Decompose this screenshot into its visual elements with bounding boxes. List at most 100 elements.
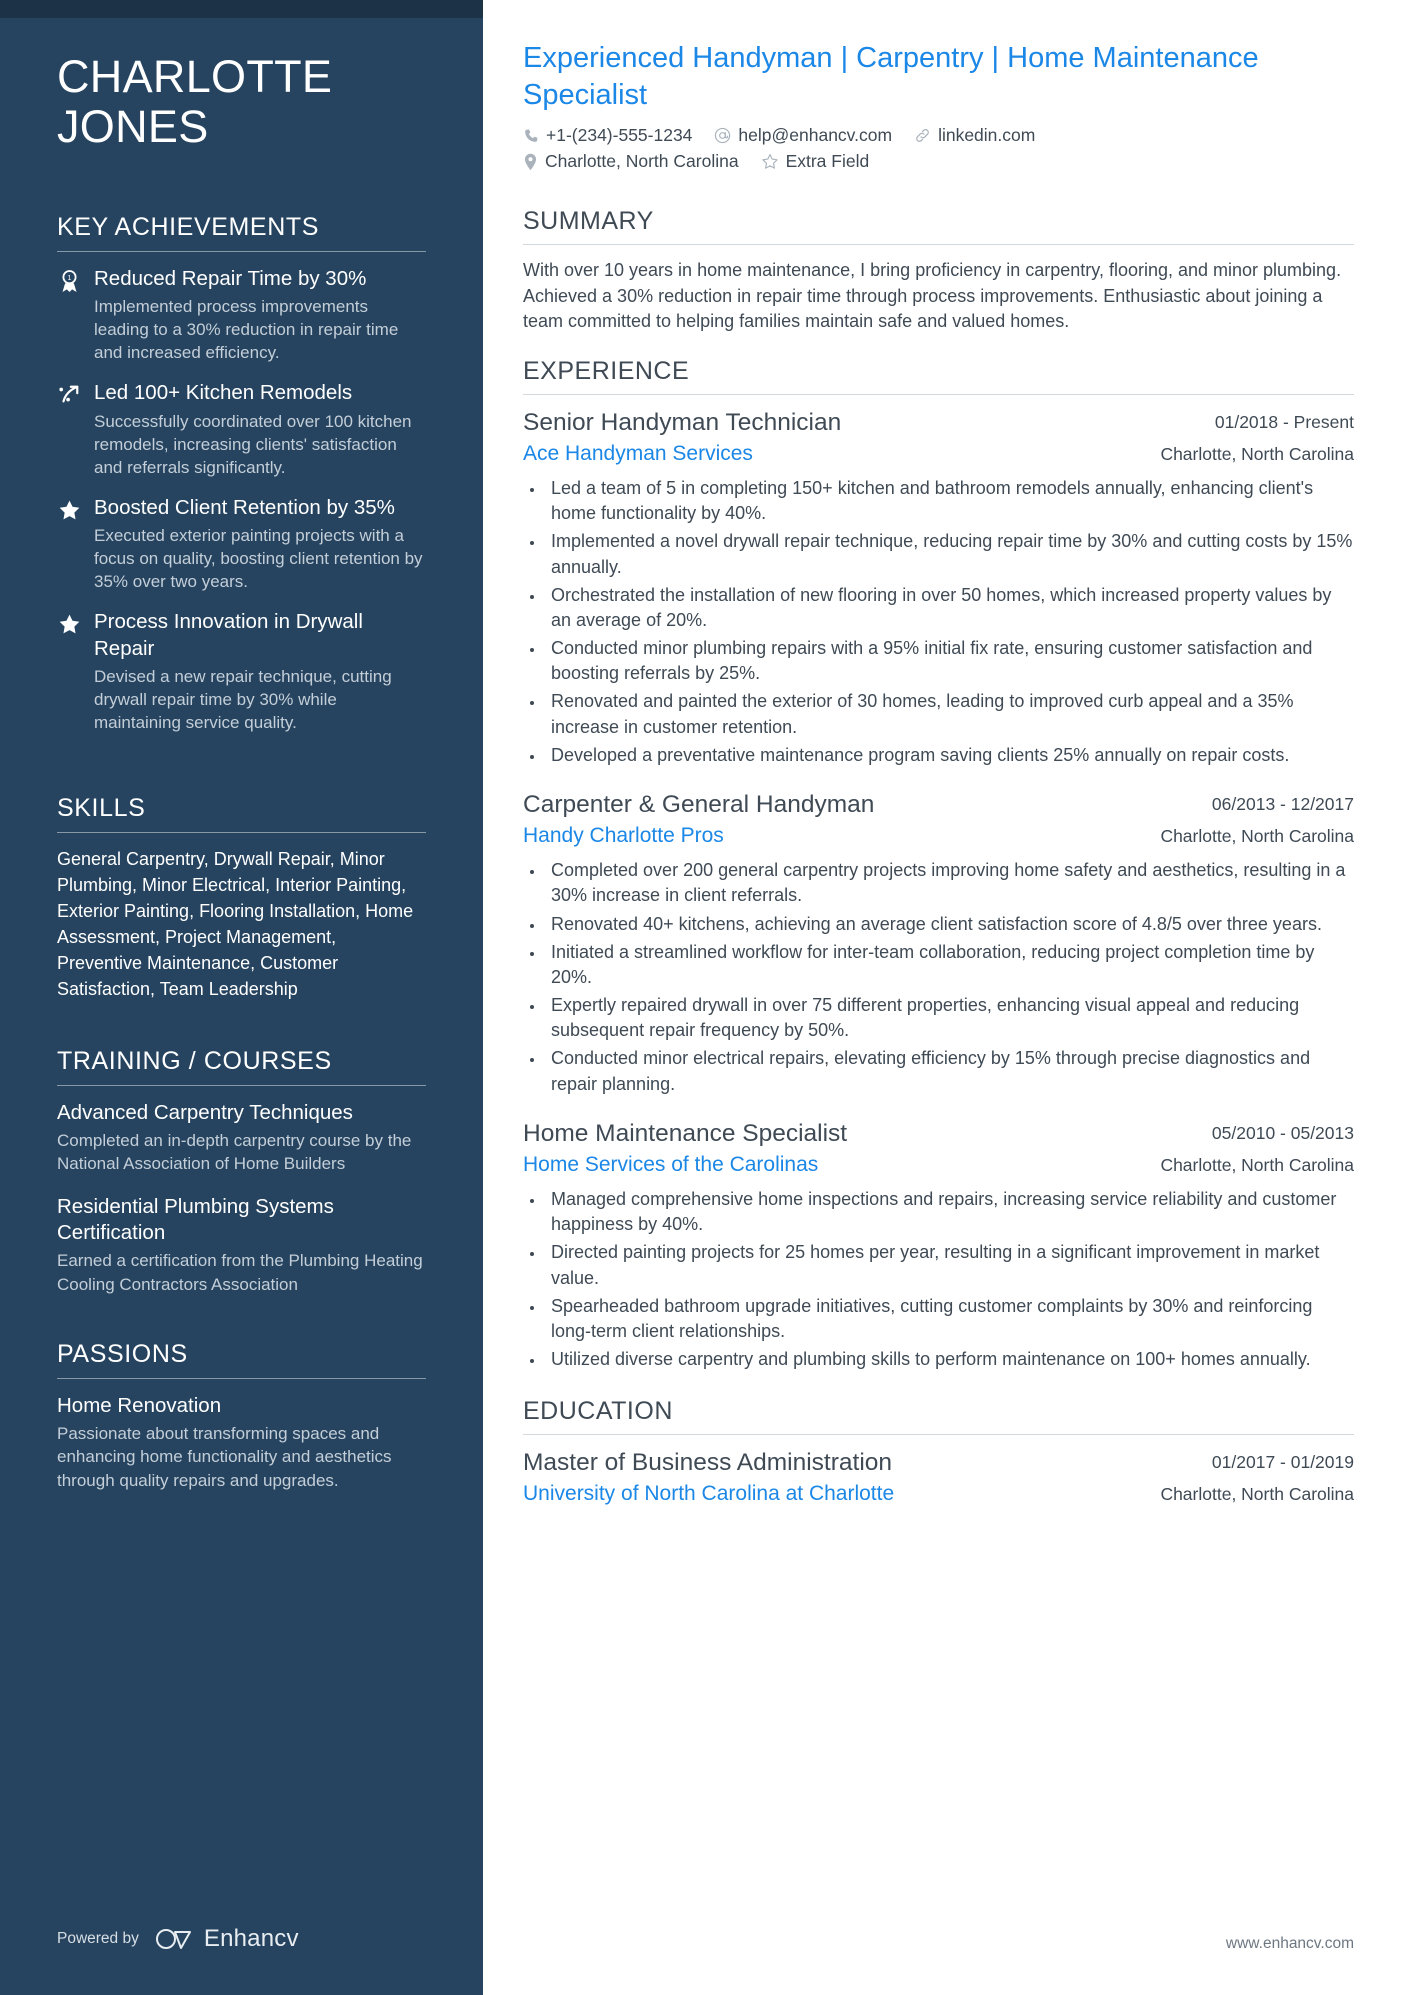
training-description: Earned a certification from the Plumbing… bbox=[57, 1251, 423, 1294]
divider bbox=[523, 393, 1354, 395]
growth-arrow-icon bbox=[57, 380, 81, 479]
job-location: Charlotte, North Carolina bbox=[1160, 443, 1354, 464]
last-name: JONES bbox=[57, 101, 209, 153]
bullet-item: Utilized diverse carpentry and plumbing … bbox=[545, 1347, 1354, 1372]
training-item: Advanced Carpentry Techniques Completed … bbox=[57, 1100, 426, 1176]
contact-extra-field: Extra Field bbox=[761, 151, 870, 172]
training-description: Completed an in-depth carpentry course b… bbox=[57, 1130, 412, 1173]
skills-heading: SKILLS bbox=[57, 794, 146, 823]
contact-phone-text: +1-(234)-555-1234 bbox=[546, 125, 693, 146]
company-name[interactable]: Ace Handyman Services bbox=[523, 441, 1140, 467]
skills-list: General Carpentry, Drywall Repair, Minor… bbox=[57, 849, 414, 999]
education-location: Charlotte, North Carolina bbox=[1160, 1484, 1354, 1505]
job-title: Carpenter & General Handyman bbox=[523, 791, 875, 819]
contact-location-text: Charlotte, North Carolina bbox=[545, 151, 739, 172]
divider bbox=[523, 244, 1354, 246]
achievement-title: Process Innovation in Drywall Repair bbox=[94, 610, 363, 660]
bullet-item: Orchestrated the installation of new flo… bbox=[545, 583, 1354, 633]
section-skills: SKILLS General Carpentry, Drywall Repair… bbox=[57, 794, 426, 1002]
headline-title: Experienced Handyman | Carpentry | Home … bbox=[523, 42, 1259, 112]
contact-details: +1-(234)-555-1234 help@enhancv.com linke… bbox=[523, 125, 1354, 177]
education-date-range: 01/2017 - 01/2019 bbox=[1211, 1452, 1354, 1473]
summary-heading: SUMMARY bbox=[523, 207, 654, 236]
job-title: Home Maintenance Specialist bbox=[523, 1119, 848, 1147]
divider bbox=[523, 1434, 1354, 1436]
training-item: Residential Plumbing Systems Certificati… bbox=[57, 1194, 426, 1296]
achievement-item: Led 100+ Kitchen Remodels Successfully c… bbox=[57, 380, 426, 479]
bullet-item: Managed comprehensive home inspections a… bbox=[545, 1187, 1354, 1237]
experience-entry: Carpenter & General Handyman Handy Charl… bbox=[523, 790, 1354, 1097]
passion-description: Passionate about transforming spaces and… bbox=[57, 1423, 392, 1490]
bullet-item: Developed a preventative maintenance pro… bbox=[545, 743, 1354, 768]
passion-title: Home Renovation bbox=[57, 1394, 222, 1417]
achievement-title: Boosted Client Retention by 35% bbox=[94, 495, 395, 519]
award-ribbon-icon: 1 bbox=[57, 266, 81, 365]
experience-entry: Senior Handyman Technician Ace Handyman … bbox=[523, 408, 1354, 768]
star-outline-icon bbox=[761, 154, 778, 169]
achievement-title: Led 100+ Kitchen Remodels bbox=[94, 381, 353, 405]
star-icon bbox=[57, 495, 81, 594]
contact-email[interactable]: help@enhancv.com bbox=[714, 125, 892, 146]
passions-heading: PASSIONS bbox=[57, 1340, 188, 1368]
bullet-item: Renovated and painted the exterior of 30… bbox=[545, 689, 1354, 739]
footer-url[interactable]: www.enhancv.com bbox=[523, 1935, 1354, 1953]
phone-icon bbox=[525, 129, 538, 142]
enhancv-mark-icon bbox=[155, 1929, 191, 1949]
job-date-range: 06/2013 - 12/2017 bbox=[1211, 794, 1354, 815]
section-education: EDUCATION Master of Business Administrat… bbox=[523, 1397, 1354, 1507]
contact-extra-field-text: Extra Field bbox=[785, 151, 870, 172]
candidate-name: CHARLOTTE JONES bbox=[57, 51, 426, 153]
contact-email-text: help@enhancv.com bbox=[738, 125, 893, 146]
sidebar-top-accent-bar bbox=[0, 0, 483, 18]
divider bbox=[57, 250, 426, 252]
section-training-courses: TRAINING / COURSES Advanced Carpentry Te… bbox=[57, 1047, 426, 1296]
job-bullet-list: Completed over 200 general carpentry pro… bbox=[523, 858, 1354, 1097]
email-at-icon bbox=[715, 128, 731, 144]
company-name[interactable]: Home Services of the Carolinas bbox=[523, 1152, 1140, 1178]
job-title: Senior Handyman Technician bbox=[523, 408, 842, 436]
sidebar-footer: Powered by Enhancv bbox=[57, 1925, 426, 1953]
section-key-achievements: KEY ACHIEVEMENTS 1 Reduced Repair Time b… bbox=[57, 213, 426, 750]
location-pin-icon bbox=[524, 153, 537, 170]
training-title: Residential Plumbing Systems Certificati… bbox=[57, 1195, 334, 1245]
section-experience: EXPERIENCE Senior Handyman Technician Ac… bbox=[523, 357, 1354, 1375]
education-heading: EDUCATION bbox=[523, 1397, 673, 1426]
job-location: Charlotte, North Carolina bbox=[1160, 1154, 1354, 1175]
svg-text:1: 1 bbox=[67, 275, 71, 282]
education-entry: Master of Business Administration Univer… bbox=[523, 1448, 1354, 1507]
achievement-item: Process Innovation in Drywall Repair Dev… bbox=[57, 609, 426, 734]
bullet-item: Expertly repaired drywall in over 75 dif… bbox=[545, 993, 1354, 1043]
divider bbox=[57, 1378, 426, 1379]
experience-heading: EXPERIENCE bbox=[523, 356, 690, 385]
bullet-item: Conducted minor plumbing repairs with a … bbox=[545, 636, 1354, 686]
achievement-description: Successfully coordinated over 100 kitche… bbox=[94, 411, 412, 477]
training-courses-heading: TRAINING / COURSES bbox=[57, 1046, 332, 1075]
achievement-title: Reduced Repair Time by 30% bbox=[94, 266, 367, 290]
company-name[interactable]: Handy Charlotte Pros bbox=[523, 823, 1140, 849]
bullet-item: Initiated a streamlined workflow for int… bbox=[545, 940, 1354, 990]
experience-entry: Home Maintenance Specialist Home Service… bbox=[523, 1119, 1354, 1372]
first-name: CHARLOTTE bbox=[57, 51, 333, 102]
training-title: Advanced Carpentry Techniques bbox=[57, 1100, 353, 1124]
divider bbox=[57, 1084, 426, 1086]
job-bullet-list: Managed comprehensive home inspections a… bbox=[523, 1187, 1354, 1372]
achievement-description: Devised a new repair technique, cutting … bbox=[94, 666, 392, 733]
contact-row-2: Charlotte, North Carolina Extra Field bbox=[523, 151, 1354, 172]
contact-linkedin[interactable]: linkedin.com bbox=[914, 125, 1035, 146]
job-date-range: 05/2010 - 05/2013 bbox=[1211, 1122, 1354, 1143]
job-bullet-list: Led a team of 5 in completing 150+ kitch… bbox=[523, 476, 1354, 768]
bullet-item: Directed painting projects for 25 homes … bbox=[545, 1240, 1354, 1290]
bullet-item: Led a team of 5 in completing 150+ kitch… bbox=[545, 476, 1354, 526]
resume-page: CHARLOTTE JONES KEY ACHIEVEMENTS 1 Reduc… bbox=[0, 0, 1410, 1995]
school-name[interactable]: University of North Carolina at Charlott… bbox=[523, 1481, 1140, 1507]
job-date-range: 01/2018 - Present bbox=[1214, 411, 1354, 432]
contact-row-1: +1-(234)-555-1234 help@enhancv.com linke… bbox=[523, 125, 1354, 146]
key-achievements-heading: KEY ACHIEVEMENTS bbox=[57, 212, 319, 241]
sidebar: CHARLOTTE JONES KEY ACHIEVEMENTS 1 Reduc… bbox=[0, 0, 483, 1995]
summary-text: With over 10 years in home maintenance, … bbox=[523, 260, 1342, 332]
section-passions: PASSIONS Home Renovation Passionate abou… bbox=[57, 1340, 426, 1492]
contact-phone[interactable]: +1-(234)-555-1234 bbox=[523, 125, 692, 146]
divider bbox=[57, 832, 426, 834]
bullet-item: Spearheaded bathroom upgrade initiatives… bbox=[545, 1294, 1354, 1344]
bullet-item: Completed over 200 general carpentry pro… bbox=[545, 858, 1354, 908]
